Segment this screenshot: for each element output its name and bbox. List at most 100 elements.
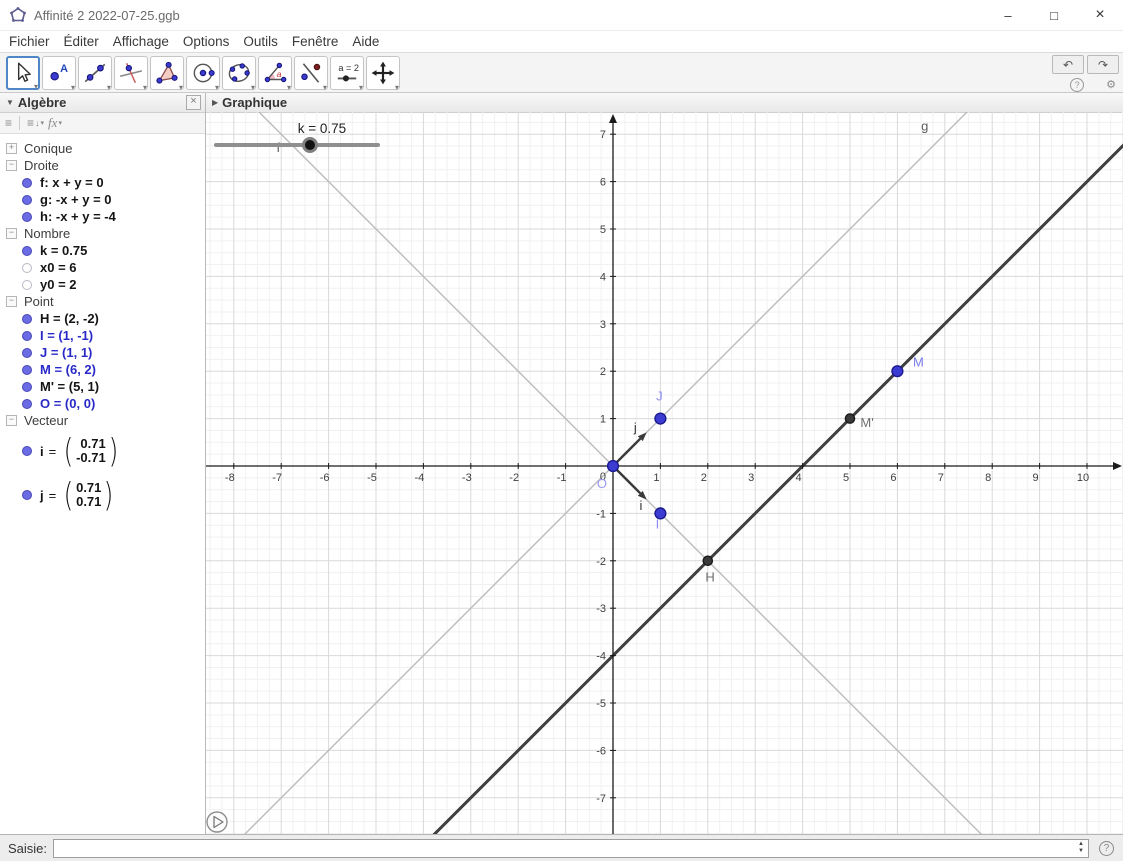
visibility-marble[interactable] (22, 177, 32, 188)
algebra-section-droite[interactable]: − Droite (0, 157, 205, 174)
undo-button[interactable]: ↶ (1052, 55, 1084, 74)
algebra-item[interactable]: M' = (5, 1) (0, 378, 205, 395)
algebra-item[interactable]: k = 0.75 (0, 242, 205, 259)
algebra-item[interactable]: y0 = 2 (0, 276, 205, 293)
tool-dropdown-icon[interactable]: ▾ (71, 83, 75, 92)
slider-handle[interactable] (302, 137, 318, 153)
algebra-item[interactable]: x0 = 6 (0, 259, 205, 276)
menu-item-options[interactable]: Options (176, 34, 237, 49)
algebra-item[interactable]: M = (6, 2) (0, 361, 205, 378)
visibility-marble[interactable] (22, 347, 32, 358)
visibility-marble[interactable] (22, 313, 32, 324)
tool-dropdown-icon[interactable]: ▾ (359, 83, 363, 92)
graphics-svg[interactable]: f g -8 -7 -6 -5 -4 -3 -2 -1 1 2 3 4 5 6 7 8 9 10 -7 -6 -5 -4 -3 -… (206, 112, 1123, 834)
tool-dropdown-icon[interactable]: ▾ (179, 83, 183, 92)
collapse-icon[interactable]: − (6, 296, 17, 307)
close-button[interactable]: × (1077, 0, 1123, 30)
spin-down-icon[interactable]: ▼ (1078, 848, 1084, 855)
tool-conic-five-points-button[interactable]: ▾ (222, 55, 256, 92)
visibility-marble[interactable] (22, 211, 32, 222)
tool-reflect-about-line-button[interactable]: ▾ (294, 55, 328, 92)
tool-slider-button[interactable]: a = 2 ▾ (330, 55, 364, 92)
tool-dropdown-icon[interactable]: ▾ (143, 83, 147, 92)
visibility-marble[interactable] (22, 364, 32, 375)
tool-dropdown-icon[interactable]: ▾ (323, 83, 327, 92)
algebra-item[interactable]: O = (0, 0) (0, 395, 205, 412)
collapse-icon[interactable]: − (6, 228, 17, 239)
menu-item-editer[interactable]: Éditer (57, 34, 106, 49)
tool-move-button[interactable]: ▾ (6, 55, 40, 91)
algebra-item[interactable]: g: -x + y = 0 (0, 191, 205, 208)
menu-item-outils[interactable]: Outils (236, 34, 285, 49)
menu-item-fichier[interactable]: Fichier (2, 34, 57, 49)
algebra-item[interactable]: H = (2, -2) (0, 310, 205, 327)
help-icon[interactable]: ? (1070, 78, 1085, 92)
algebra-item-vector-i[interactable]: i = (0.71 -0.71) (0, 429, 205, 473)
graphics-view[interactable]: f g -8 -7 -6 -5 -4 -3 -2 -1 1 2 3 4 5 6 7 8 9 10 -7 -6 -5 -4 -3 -… (206, 112, 1123, 834)
tool-dropdown-icon[interactable]: ▾ (251, 83, 255, 92)
play-animation-button[interactable] (206, 811, 228, 833)
algebra-item[interactable]: I = (1, -1) (0, 327, 205, 344)
panel-expand-icon[interactable]: ▶ (212, 98, 218, 107)
auxiliary-objects-icon[interactable]: ≡ (5, 116, 12, 130)
tool-dropdown-icon[interactable]: ▾ (107, 83, 111, 92)
point-J[interactable] (654, 412, 667, 425)
minimize-button[interactable]: – (985, 0, 1031, 30)
point-M'[interactable] (844, 413, 856, 424)
input-history-spinner[interactable]: ▲ ▼ (1078, 841, 1084, 855)
menu-item-affichage[interactable]: Affichage (106, 34, 176, 49)
point-M[interactable] (891, 365, 904, 378)
algebra-item[interactable]: f: x + y = 0 (0, 174, 205, 191)
expand-icon[interactable]: + (6, 143, 17, 154)
point-O[interactable] (606, 459, 620, 473)
tool-line-button[interactable]: ▾ (78, 55, 112, 92)
show-input-help-icon[interactable]: fx ▾ (48, 115, 62, 131)
visibility-marble[interactable] (22, 330, 32, 341)
visibility-marble[interactable] (22, 490, 32, 500)
tool-angle-button[interactable]: a ▾ (258, 55, 292, 92)
tool-polygon-button[interactable]: ▾ (150, 55, 184, 92)
tool-dropdown-icon[interactable]: ▾ (215, 83, 219, 92)
visibility-marble[interactable] (22, 245, 32, 256)
svg-text:3: 3 (600, 319, 606, 331)
slider-k[interactable]: k = 0.75 (214, 121, 380, 153)
panel-collapse-icon[interactable]: ▼ (6, 98, 14, 107)
maximize-button[interactable]: □ (1031, 0, 1077, 30)
point-H[interactable] (702, 555, 714, 567)
algebra-item[interactable]: J = (1, 1) (0, 344, 205, 361)
tool-point-button[interactable]: A ▾ (42, 55, 76, 92)
algebra-item[interactable]: h: -x + y = -4 (0, 208, 205, 225)
algebra-section-nombre[interactable]: − Nombre (0, 225, 205, 242)
settings-gear-icon[interactable]: ⚙ (1106, 78, 1116, 92)
sort-mode-icon[interactable]: ≡ ↓ ▾ (27, 116, 44, 130)
redo-button[interactable]: ↷ (1087, 55, 1119, 74)
collapse-icon[interactable]: − (6, 415, 17, 426)
input-help-icon[interactable]: ? (1099, 840, 1114, 856)
algebra-section-vecteur[interactable]: − Vecteur (0, 412, 205, 429)
visibility-marble[interactable] (22, 398, 32, 409)
equals-sign: = (48, 487, 57, 503)
tool-circle-center-point-button[interactable]: ▾ (186, 55, 220, 92)
tool-dropdown-icon[interactable]: ▾ (395, 83, 399, 92)
menu-item-fenetre[interactable]: Fenêtre (285, 34, 346, 49)
tool-dropdown-icon[interactable]: ▾ (287, 83, 291, 92)
algebra-section-conique[interactable]: + Conique (0, 140, 205, 157)
visibility-marble[interactable] (22, 446, 32, 456)
command-input[interactable] (53, 838, 1089, 858)
algebra-close-icon[interactable]: × (186, 95, 201, 110)
spin-up-icon[interactable]: ▲ (1078, 841, 1084, 848)
algebra-item-vector-j[interactable]: j = (0.71 0.71) (0, 473, 205, 517)
vector-i[interactable] (612, 465, 647, 500)
menu-item-aide[interactable]: Aide (345, 34, 386, 49)
tool-move-graphics-view-button[interactable]: ▾ (366, 55, 400, 92)
tool-dropdown-icon[interactable]: ▾ (34, 82, 38, 91)
visibility-marble[interactable] (22, 381, 32, 392)
svg-text:5: 5 (600, 224, 606, 236)
vector-j[interactable] (612, 432, 647, 467)
visibility-marble[interactable] (22, 262, 32, 273)
visibility-marble[interactable] (22, 279, 32, 290)
algebra-section-point[interactable]: − Point (0, 293, 205, 310)
tool-perpendicular-line-button[interactable]: ▾ (114, 55, 148, 92)
collapse-icon[interactable]: − (6, 160, 17, 171)
visibility-marble[interactable] (22, 194, 32, 205)
